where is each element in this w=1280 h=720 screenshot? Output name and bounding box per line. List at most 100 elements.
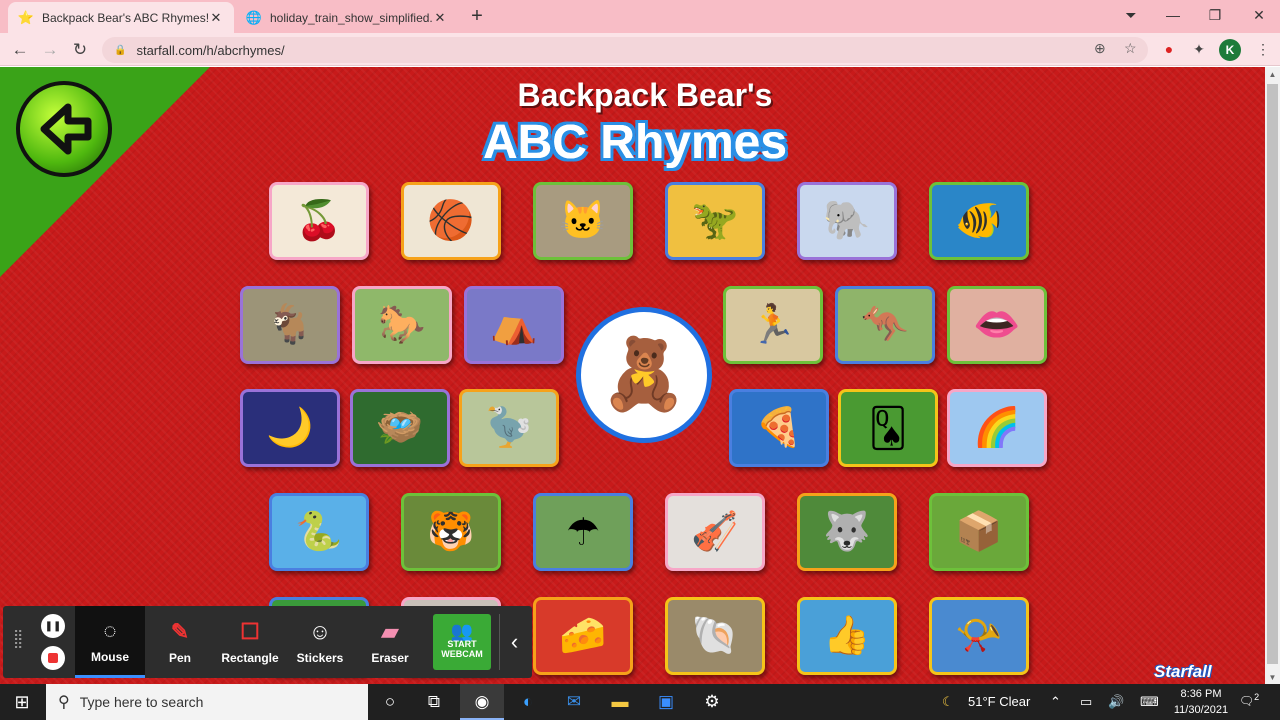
new-tab-button[interactable]: + (466, 4, 488, 28)
date: 11/30/2021 (1173, 704, 1229, 716)
tool-pen[interactable]: ✎ Pen (145, 606, 215, 678)
tile-horse[interactable]: 🐎 (352, 286, 452, 364)
zoom-icon[interactable]: ⊕ (1094, 40, 1106, 57)
tile-goat[interactable]: 🐐 (240, 286, 340, 364)
extension-icon[interactable]: ● (1158, 38, 1180, 60)
vertical-scrollbar[interactable]: ▲ ▼ (1265, 67, 1280, 685)
tile-snake[interactable]: 🐍 (269, 493, 369, 571)
scroll-up-icon[interactable]: ▲ (1265, 67, 1280, 82)
box-icon: 📦 (955, 511, 1003, 553)
close-window-button[interactable]: ✕ (1245, 4, 1273, 26)
volume-icon[interactable]: 🔊 (1108, 684, 1124, 720)
star-icon: ⭐ (17, 9, 35, 25)
zoom-app-icon[interactable]: ▣ (644, 684, 688, 720)
close-tab-icon[interactable]: ✕ (432, 10, 448, 26)
tool-mouse[interactable]: ◌ Mouse (75, 606, 145, 678)
tile-pizza[interactable]: 🍕 (729, 389, 829, 467)
notification-icon[interactable]: 🗨2 (1238, 692, 1260, 712)
address-bar[interactable]: 🔒 starfall.com/h/abcrhymes/ ⊕ ☆ (102, 37, 1148, 63)
tile-jump-rope[interactable]: 🏃 (723, 286, 823, 364)
tab-title: Backpack Bear's ABC Rhymes! (42, 10, 208, 25)
browser-toolbar: ← → ↻ 🔒 starfall.com/h/abcrhymes/ ⊕ ☆ ● … (0, 33, 1280, 66)
file-explorer-icon[interactable]: ▬ (598, 684, 642, 720)
tile-rainbow[interactable]: 🌈 (947, 389, 1047, 467)
close-tab-icon[interactable]: ✕ (208, 10, 224, 26)
tile-moon[interactable]: 🌙 (240, 389, 340, 467)
drag-handle-icon[interactable]: ⠿ ⠿ (13, 629, 23, 651)
tile-umbrella[interactable]: ☂ (533, 493, 633, 571)
page-canvas: Backpack Bear's ABC Rhymes 🍒 🏀 🐱 🦖 🐘 🐠 🐐… (0, 67, 1265, 685)
settings-gear-icon[interactable]: ⚙ (690, 684, 734, 720)
stop-button[interactable] (41, 646, 65, 670)
url-text: starfall.com/h/abcrhymes/ (136, 42, 285, 58)
tile-tiger[interactable]: 🐯 (401, 493, 501, 571)
tab-search-icon[interactable]: ⏷ (1117, 4, 1145, 26)
profile-avatar[interactable]: K (1219, 39, 1241, 61)
back-button[interactable] (16, 81, 112, 177)
tile-ball[interactable]: 🏀 (401, 182, 501, 260)
forward-arrow-icon[interactable]: → (38, 38, 62, 62)
chevron-up-icon[interactable]: ⌃ (1050, 684, 1061, 720)
windows-start-icon[interactable]: ⊞ (8, 692, 36, 712)
tile-fish[interactable]: 🐠 (929, 182, 1029, 260)
bookmark-star-icon[interactable]: ☆ (1124, 40, 1137, 57)
tab-abc-rhymes[interactable]: ⭐ Backpack Bear's ABC Rhymes! ✕ (8, 2, 234, 33)
tile-whistle[interactable]: 📯 (929, 597, 1029, 675)
tile-kangaroo[interactable]: 🦘 (835, 286, 935, 364)
left-arrow-icon (40, 103, 92, 155)
tile-ostrich[interactable]: 🦤 (459, 389, 559, 467)
weather-text[interactable]: 51°F Clear (968, 684, 1030, 720)
tool-eraser[interactable]: ▰ Eraser (355, 606, 425, 678)
taskbar-search[interactable]: ⚲ Type here to search (46, 684, 368, 720)
tile-igloo[interactable]: ⛺ (464, 286, 564, 364)
tile-wolf[interactable]: 🐺 (797, 493, 897, 571)
clock[interactable]: 8:36 PM 11/30/2021 (1170, 686, 1232, 718)
ostrich-icon: 🦤 (485, 407, 533, 449)
restore-button[interactable]: ❐ (1201, 4, 1229, 26)
tile-box[interactable]: 📦 (929, 493, 1029, 571)
tile-apples[interactable]: 🍒 (269, 182, 369, 260)
tile-nest[interactable]: 🪺 (350, 389, 450, 467)
tile-dinosaur[interactable]: 🦖 (665, 182, 765, 260)
menu-icon[interactable]: ⋮ (1252, 38, 1274, 60)
windows-taskbar: ⊞ ⚲ Type here to search ○ ⧉ ◉ ◐ ✉ ▬ ▣ ⚙ … (0, 684, 1280, 720)
recording-toolbar: ⠿ ⠿ ❚❚ ◌ Mouse ✎ Pen ☐ Rectangle ☺ Sticke… (3, 606, 532, 678)
reload-icon[interactable]: ↻ (68, 38, 92, 62)
scroll-down-icon[interactable]: ▼ (1265, 670, 1280, 685)
tool-label: Pen (168, 651, 191, 665)
scroll-thumb[interactable] (1267, 84, 1278, 664)
moon-weather-icon: ☾ (942, 694, 954, 709)
globe-icon: 🌐 (245, 9, 263, 25)
tile-thumb[interactable]: 👍 (797, 597, 897, 675)
collapse-toolbar-button[interactable]: ‹ (499, 614, 529, 670)
tab-holiday-train[interactable]: 🌐 holiday_train_show_simplified.pd ✕ (236, 2, 458, 33)
task-view-icon[interactable]: ⧉ (412, 684, 456, 720)
puzzle-icon[interactable]: ✦ (1188, 38, 1210, 60)
pause-button[interactable]: ❚❚ (41, 614, 65, 638)
edge-icon[interactable]: ◐ (506, 684, 550, 720)
tile-cheese[interactable]: 🧀 (533, 597, 633, 675)
battery-icon[interactable]: ▭ (1080, 684, 1092, 720)
tiger-icon: 🐯 (427, 511, 475, 553)
tile-cat[interactable]: 🐱 (533, 182, 633, 260)
thumb-icon: 👍 (823, 615, 871, 657)
starfall-logo[interactable]: Starfall (1154, 662, 1212, 682)
webcam-icon: 👥 (450, 620, 474, 641)
tile-lips[interactable]: 👄 (947, 286, 1047, 364)
tool-stickers[interactable]: ☺ Stickers (285, 606, 355, 678)
queen-card-icon: 🂭 (868, 407, 908, 450)
tile-shell[interactable]: 🐚 (665, 597, 765, 675)
outlook-icon[interactable]: ✉ (552, 684, 596, 720)
tool-rectangle[interactable]: ☐ Rectangle (215, 606, 285, 678)
chrome-icon[interactable]: ◉ (460, 684, 504, 720)
tile-elephant[interactable]: 🐘 (797, 182, 897, 260)
minimize-button[interactable]: — (1159, 4, 1187, 26)
backpack-bear-button[interactable]: 🧸 (576, 307, 712, 443)
pen-icon: ✎ (170, 619, 190, 644)
start-webcam-button[interactable]: 👥 START WEBCAM (433, 614, 491, 670)
tile-queen[interactable]: 🂭 (838, 389, 938, 467)
tile-violin[interactable]: 🎻 (665, 493, 765, 571)
back-arrow-icon[interactable]: ← (8, 38, 32, 62)
keyboard-icon[interactable]: ⌨ (1140, 684, 1159, 720)
cortana-icon[interactable]: ○ (368, 684, 412, 720)
